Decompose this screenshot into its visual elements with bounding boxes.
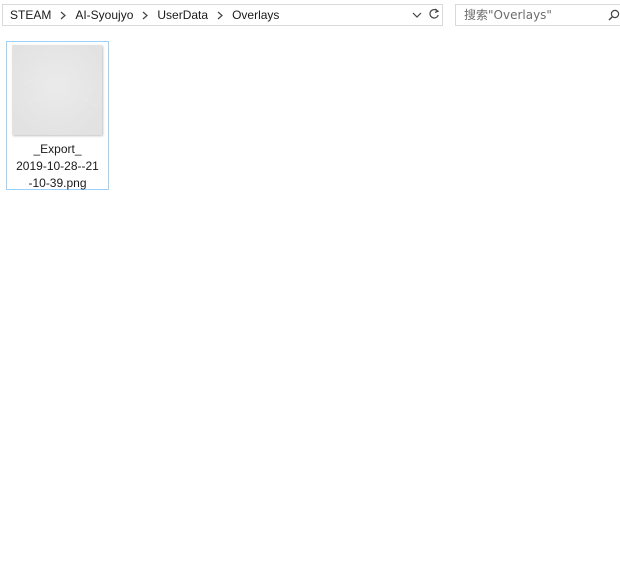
file-list-area[interactable]: _Export_ 2019-10-28--21 -10-39.png xyxy=(0,32,620,562)
search-icon[interactable] xyxy=(604,5,620,25)
chevron-right-icon[interactable] xyxy=(134,9,156,21)
file-name-line: 2019-10-28--21 xyxy=(16,159,99,173)
file-name-line: -10-39.png xyxy=(28,176,87,190)
breadcrumb-item-overlays[interactable]: Overlays xyxy=(231,8,280,22)
explorer-toolbar: STEAM AI-Syoujyo UserData Overlays xyxy=(0,0,620,32)
breadcrumb-item-userdata[interactable]: UserData xyxy=(156,8,209,22)
chevron-right-icon[interactable] xyxy=(209,9,231,21)
file-name-line: _Export_ xyxy=(33,142,82,156)
refresh-icon xyxy=(428,8,440,23)
search-input[interactable] xyxy=(456,6,604,24)
breadcrumb-item-ai-syoujyo[interactable]: AI-Syoujyo xyxy=(74,8,134,22)
file-item[interactable]: _Export_ 2019-10-28--21 -10-39.png xyxy=(6,41,109,190)
file-name: _Export_ 2019-10-28--21 -10-39.png xyxy=(7,141,108,192)
refresh-button[interactable] xyxy=(425,4,443,26)
search-box[interactable] xyxy=(455,4,620,26)
chevron-down-icon[interactable] xyxy=(409,5,425,25)
chevron-right-icon[interactable] xyxy=(52,9,74,21)
breadcrumb: STEAM AI-Syoujyo UserData Overlays xyxy=(3,5,409,25)
breadcrumb-item-steam[interactable]: STEAM xyxy=(9,8,52,22)
file-thumbnail xyxy=(12,45,102,135)
address-bar[interactable]: STEAM AI-Syoujyo UserData Overlays xyxy=(2,4,426,26)
